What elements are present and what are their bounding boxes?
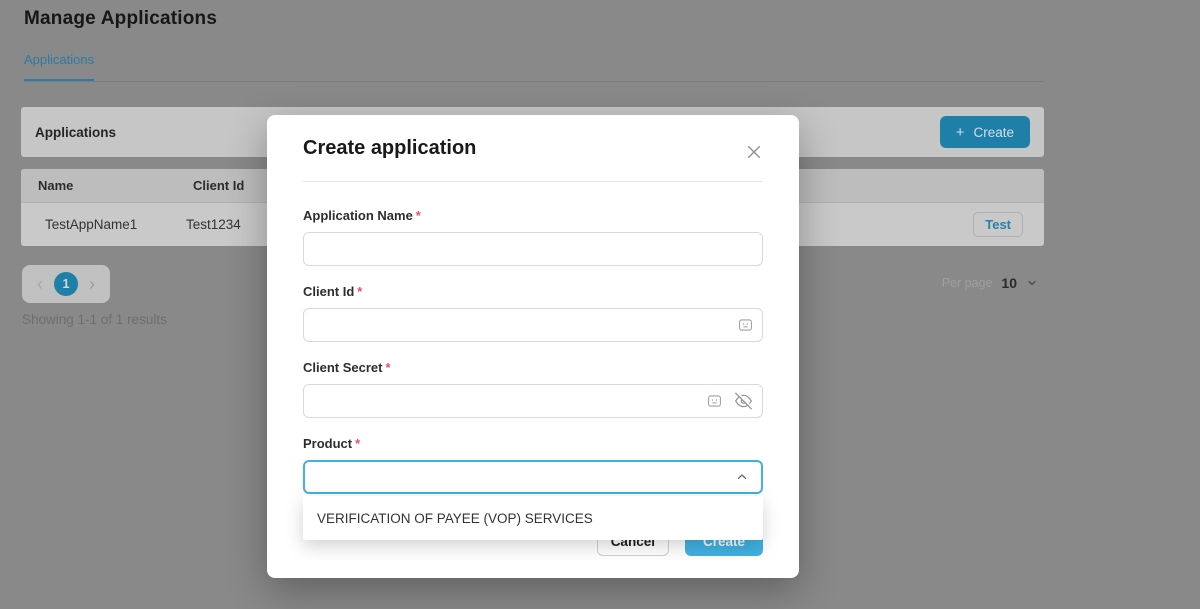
required-asterisk: *: [357, 284, 362, 299]
modal-divider: [303, 181, 763, 182]
required-asterisk: *: [355, 436, 360, 451]
chevron-right-icon[interactable]: ›: [87, 275, 97, 293]
plus-icon: +: [956, 125, 965, 140]
create-button[interactable]: + Create: [940, 116, 1030, 148]
required-asterisk: *: [416, 208, 421, 223]
close-icon[interactable]: [745, 143, 763, 164]
create-button-label: Create: [973, 125, 1014, 140]
product-dropdown: VERIFICATION OF PAYEE (VOP) SERVICES: [303, 496, 763, 540]
application-name-label: Application Name*: [303, 208, 763, 223]
tabs-divider: [24, 81, 1044, 82]
application-name-input[interactable]: [303, 232, 763, 266]
pagination: ‹ 1 ›: [22, 265, 110, 303]
required-asterisk: *: [385, 360, 390, 375]
client-id-label: Client Id*: [303, 284, 763, 299]
client-id-field-group: Client Id*: [303, 284, 763, 342]
product-label: Product*: [303, 436, 763, 451]
client-secret-input[interactable]: [303, 384, 763, 418]
dropdown-option[interactable]: VERIFICATION OF PAYEE (VOP) SERVICES: [303, 496, 763, 540]
column-header-name: Name: [21, 178, 193, 193]
product-select[interactable]: [303, 460, 763, 494]
create-application-modal: Create application Application Name* Cli…: [267, 115, 799, 578]
chevron-left-icon[interactable]: ‹: [35, 275, 45, 293]
per-page-value: 10: [1001, 275, 1017, 291]
autofill-icon: [707, 394, 722, 409]
modal-title: Create application: [303, 137, 476, 160]
page-title: Manage Applications: [24, 8, 217, 30]
client-id-input[interactable]: [303, 308, 763, 342]
cell-name: TestAppName1: [21, 217, 186, 232]
chevron-up-icon: [735, 470, 749, 484]
chevron-down-icon: [1026, 277, 1038, 289]
test-button[interactable]: Test: [973, 212, 1023, 237]
product-field-group: Product* VERIFICATION OF PAYEE (VOP) SER…: [303, 436, 763, 494]
page-number-button[interactable]: 1: [54, 272, 78, 296]
client-secret-label: Client Secret*: [303, 360, 763, 375]
client-secret-field-group: Client Secret*: [303, 360, 763, 418]
autofill-icon: [738, 318, 753, 333]
panel-title: Applications: [35, 125, 116, 140]
tab-applications[interactable]: Applications: [24, 52, 94, 67]
per-page-label: Per page: [942, 276, 993, 290]
application-name-field-group: Application Name*: [303, 208, 763, 266]
per-page-selector[interactable]: Per page 10: [942, 275, 1038, 291]
eye-off-icon[interactable]: [734, 393, 753, 410]
results-summary: Showing 1-1 of 1 results: [22, 312, 167, 327]
